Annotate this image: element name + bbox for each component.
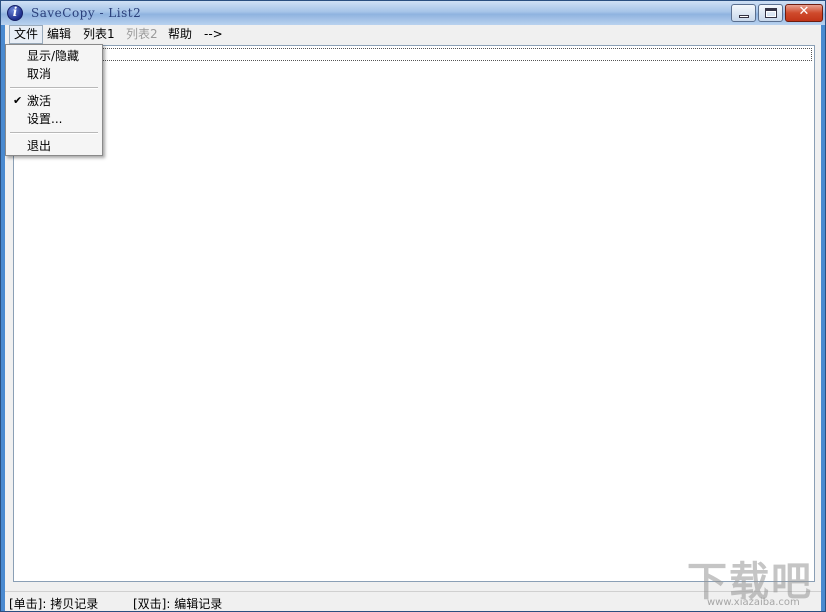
status-single-click-hint: [单击]: 拷贝记录 [9,597,99,611]
info-icon-letter: i [12,5,18,19]
menu-edit[interactable]: 编辑 [43,25,75,44]
close-button[interactable]: ✕ [785,4,823,22]
status-double-click-hint: [双击]: 编辑记录 [133,597,223,611]
info-icon[interactable]: i [7,5,23,21]
checkmark-icon: ✔ [13,94,23,107]
app-window: i SaveCopy - List2 ✕ 文件 编辑 列表1 列表2 帮助 --… [0,0,826,612]
close-icon: ✕ [798,4,810,19]
minimize-button[interactable] [731,4,756,22]
watermark-logo: 下载吧 www.xiazaiba.com [685,549,825,611]
menu-item-show-hide-label: 显示/隐藏 [27,49,80,63]
minimize-icon [739,15,749,18]
menu-file[interactable]: 文件 [9,25,44,44]
menu-item-show-hide[interactable]: 显示/隐藏 [8,47,100,65]
menu-item-activate-label: 激活 [27,94,52,108]
menu-arrow[interactable]: --> [200,25,227,44]
menu-item-settings[interactable]: 设置... [8,110,100,128]
menu-item-exit-label: 退出 [27,139,52,153]
menu-item-exit[interactable]: 退出 [8,137,100,155]
maximize-icon [765,8,777,18]
watermark-url: www.xiazaiba.com [707,597,800,608]
list-focus-row[interactable] [16,48,812,61]
menu-item-settings-label: 设置... [27,112,63,126]
maximize-button[interactable] [758,4,783,22]
menu-help[interactable]: 帮助 [164,25,196,44]
menu-separator [10,132,98,134]
menu-list1[interactable]: 列表1 [79,25,119,44]
menu-item-cancel[interactable]: 取消 [8,65,100,83]
title-bar[interactable]: i SaveCopy - List2 ✕ [1,1,825,25]
record-list[interactable] [13,45,815,582]
menu-list2[interactable]: 列表2 [122,25,162,44]
menu-item-cancel-label: 取消 [27,67,52,81]
menu-item-activate[interactable]: ✔ 激活 [8,92,100,110]
menu-bar: 文件 编辑 列表1 列表2 帮助 --> [5,25,821,44]
menu-separator [10,87,98,89]
client-area: 文件 编辑 列表1 列表2 帮助 --> [单击]: 拷贝记录 [双击]: 编辑… [5,25,821,611]
file-menu-dropdown: 显示/隐藏 取消 ✔ 激活 设置... 退出 [5,44,103,156]
window-title: SaveCopy - List2 [31,6,142,20]
